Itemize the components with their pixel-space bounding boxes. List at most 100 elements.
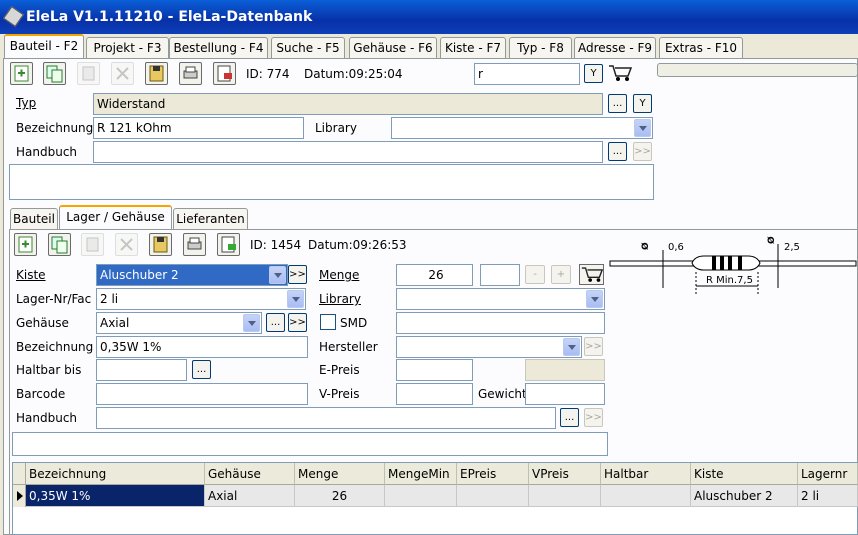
cart-icon[interactable]: [607, 63, 633, 83]
d1-symbol: Ø: [640, 242, 651, 250]
tab-adresse[interactable]: Adresse - F9: [574, 37, 656, 59]
lagernr-combo[interactable]: 2 li: [96, 288, 306, 310]
handbuch-ellipsis-button[interactable]: ...: [608, 142, 627, 161]
table-cell[interactable]: [457, 485, 529, 507]
epreis-field[interactable]: [396, 359, 473, 381]
gehaeuse-open-button[interactable]: >>: [288, 313, 307, 332]
haltbar-ellipsis-button[interactable]: ...: [192, 360, 211, 379]
column-header[interactable]: EPreis: [457, 463, 529, 485]
lager-save-icon[interactable]: [149, 233, 172, 256]
lager-handbuch-field[interactable]: [96, 407, 556, 429]
paste-icon[interactable]: [77, 62, 100, 85]
subtab-bauteil[interactable]: Bauteil: [10, 208, 58, 230]
column-header[interactable]: Bezeichnung: [26, 463, 205, 485]
smd-checkbox[interactable]: [320, 314, 336, 330]
bezeichnung-field[interactable]: R 121 kOhm: [93, 117, 304, 139]
column-header[interactable]: Gehäuse: [205, 463, 295, 485]
print-icon[interactable]: [179, 62, 202, 85]
lager-library-combo[interactable]: [396, 288, 605, 310]
table-cell[interactable]: Aluschuber 2: [691, 485, 798, 507]
haltbar-field[interactable]: [96, 359, 187, 381]
lager-datum-label: Datum:09:26:53: [308, 238, 407, 252]
table-cell[interactable]: 0,35W 1%: [26, 485, 205, 507]
tab-kiste[interactable]: Kiste - F7: [440, 37, 506, 59]
lager-export-icon[interactable]: [217, 233, 240, 256]
lager-print-icon[interactable]: [183, 233, 206, 256]
lager-copy-icon[interactable]: [48, 233, 71, 256]
tab-bauteil[interactable]: Bauteil - F2: [4, 34, 84, 58]
lager-paste-icon[interactable]: [81, 233, 104, 256]
epreis-label: E-Preis: [319, 363, 360, 377]
tab-bestellung[interactable]: Bestellung - F4: [169, 37, 268, 59]
gehaeuse-combo[interactable]: Axial: [96, 312, 262, 334]
column-header[interactable]: Lagernr: [798, 463, 858, 485]
gehaeuse-ellipsis-button[interactable]: ...: [266, 313, 285, 332]
lager-delete-icon[interactable]: [115, 233, 138, 256]
handbuch-field[interactable]: [93, 141, 603, 163]
subtab-lieferanten[interactable]: Lieferanten: [173, 208, 248, 230]
chevron-down-icon[interactable]: [563, 338, 580, 356]
barcode-label: Barcode: [16, 387, 66, 401]
tab-projekt[interactable]: Projekt - F3: [86, 37, 169, 59]
menge-field[interactable]: 26: [396, 264, 473, 286]
lager-bezeichnung-field[interactable]: 0,35W 1%: [96, 336, 308, 358]
search-filter-button[interactable]: Y: [584, 64, 603, 83]
chevron-down-icon[interactable]: [269, 266, 286, 284]
lager-cart-icon[interactable]: [579, 264, 604, 285]
column-header[interactable]: VPreis: [529, 463, 601, 485]
smd-label: SMD: [340, 316, 368, 330]
table-cell[interactable]: [601, 485, 691, 507]
column-header[interactable]: MengeMin: [385, 463, 457, 485]
typ-filter-button[interactable]: Y: [633, 94, 652, 113]
lager-new-icon[interactable]: [14, 233, 37, 256]
chevron-down-icon[interactable]: [586, 290, 603, 308]
delete-icon[interactable]: [111, 62, 134, 85]
barcode-field[interactable]: [96, 383, 308, 405]
search-input[interactable]: r: [474, 63, 580, 85]
gewicht-field[interactable]: [525, 383, 605, 405]
column-header[interactable]: Menge: [295, 463, 385, 485]
library-label: Library: [315, 121, 357, 135]
table-cell[interactable]: [529, 485, 601, 507]
lager-handbuch-open-button[interactable]: >>: [584, 408, 603, 427]
lager-notes-memo[interactable]: [12, 432, 608, 456]
export-icon[interactable]: [213, 62, 236, 85]
tab-typ[interactable]: Typ - F8: [509, 37, 572, 59]
grid-corner: [13, 463, 26, 485]
copy-icon[interactable]: [43, 62, 66, 85]
table-cell[interactable]: 2 li: [798, 485, 858, 507]
stepper-field[interactable]: [480, 264, 520, 286]
handbuch-open-button[interactable]: >>: [633, 142, 652, 161]
vpreis-field[interactable]: [396, 383, 473, 405]
chevron-down-icon[interactable]: [634, 119, 651, 137]
tab-suche[interactable]: Suche - F5: [271, 37, 345, 59]
new-icon[interactable]: [10, 62, 33, 85]
table-cell[interactable]: [385, 485, 457, 507]
d1-label: 0,6: [668, 242, 684, 253]
kiste-combo[interactable]: Aluschuber 2: [96, 264, 288, 286]
epreis-readonly: [525, 359, 605, 381]
kiste-open-button[interactable]: >>: [288, 265, 307, 284]
hersteller-open-button[interactable]: >>: [584, 337, 603, 356]
row-indicator[interactable]: [13, 485, 26, 507]
library-combo[interactable]: [391, 117, 653, 139]
notes-memo[interactable]: [9, 164, 654, 200]
smd-field[interactable]: [396, 312, 605, 334]
plus-button[interactable]: +: [551, 265, 571, 284]
minus-button[interactable]: -: [525, 265, 545, 284]
chevron-down-icon[interactable]: [243, 314, 260, 332]
hersteller-combo[interactable]: [396, 336, 582, 358]
save-icon[interactable]: [145, 62, 168, 85]
lager-handbuch-ellipsis-button[interactable]: ...: [560, 408, 579, 427]
column-header[interactable]: Kiste: [691, 463, 798, 485]
tab-extras[interactable]: Extras - F10: [659, 37, 743, 59]
chevron-down-icon[interactable]: [287, 290, 304, 308]
typ-ellipsis-button[interactable]: ...: [608, 94, 627, 113]
subtab-lager-gehaeuse[interactable]: Lager / Gehäuse: [59, 205, 172, 229]
typ-field[interactable]: Widerstand: [93, 93, 603, 115]
lagernr-value: 2 li: [100, 292, 119, 306]
table-cell[interactable]: Axial: [205, 485, 295, 507]
column-header[interactable]: Haltbar: [601, 463, 691, 485]
tab-gehaeuse[interactable]: Gehäuse - F6: [349, 37, 437, 59]
table-cell[interactable]: 26: [295, 485, 385, 507]
